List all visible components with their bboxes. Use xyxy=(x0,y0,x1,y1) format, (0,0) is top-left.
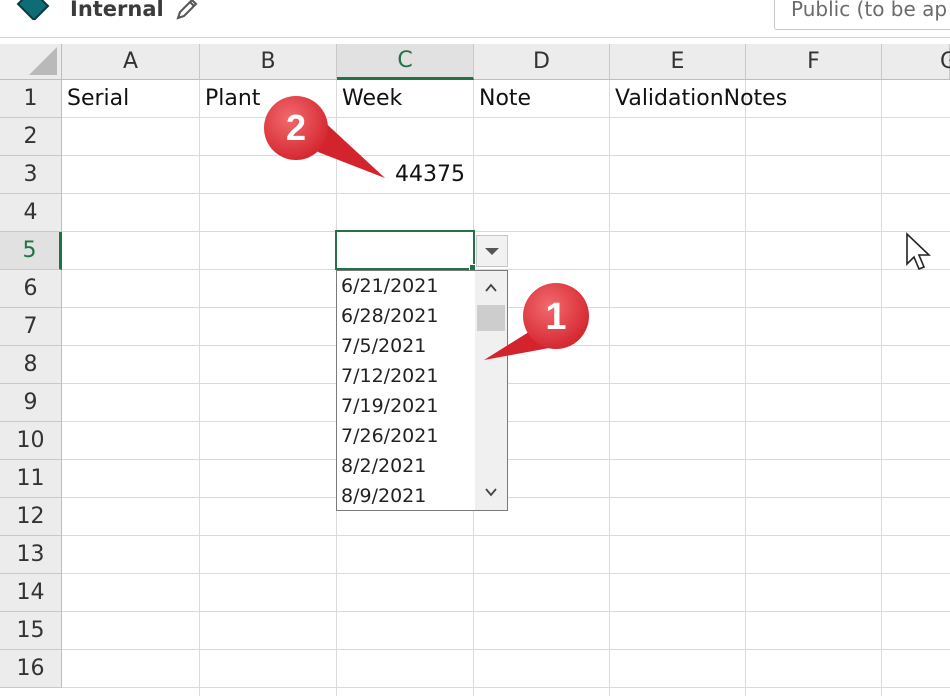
row-header-6[interactable]: 6 xyxy=(0,270,62,308)
grid-line xyxy=(62,117,950,118)
column-header-g[interactable]: G xyxy=(882,44,950,80)
grid-line xyxy=(609,80,610,696)
cell-b1[interactable]: Plant xyxy=(205,86,260,111)
column-header-c[interactable]: C xyxy=(337,44,474,80)
select-all-triangle-icon xyxy=(29,47,57,75)
column-header-d[interactable]: D xyxy=(474,44,610,80)
row-header-3[interactable]: 3 xyxy=(0,156,62,194)
chevron-down-icon[interactable] xyxy=(484,485,498,499)
sensitivity-bar: Internal Public (to be ap xyxy=(0,0,950,38)
row-header-9[interactable]: 9 xyxy=(0,384,62,422)
row-header-8[interactable]: 8 xyxy=(0,346,62,384)
cell-a1[interactable]: Serial xyxy=(67,86,129,111)
list-item[interactable]: 7/19/2021 xyxy=(341,395,438,425)
list-item[interactable]: 6/21/2021 xyxy=(341,275,438,305)
callout-2-label: 2 xyxy=(286,107,306,148)
grid-line xyxy=(62,155,950,156)
grid-line xyxy=(62,649,950,650)
grid-line xyxy=(62,687,950,688)
list-item[interactable]: 6/28/2021 xyxy=(341,305,438,335)
grid-line xyxy=(62,611,950,612)
list-scrollbar[interactable] xyxy=(475,271,507,510)
sensitivity-label[interactable]: Internal xyxy=(70,0,164,21)
chevron-down-icon xyxy=(485,247,499,255)
row-header-16[interactable]: 16 xyxy=(0,650,62,688)
row-header-10[interactable]: 10 xyxy=(0,422,62,460)
column-header-b[interactable]: B xyxy=(200,44,337,80)
row-header-14[interactable]: 14 xyxy=(0,574,62,612)
grid-line xyxy=(62,231,950,232)
cell-d1[interactable]: Note xyxy=(479,86,531,111)
row-header-5[interactable]: 5 xyxy=(0,232,62,270)
mouse-cursor-icon xyxy=(906,232,931,271)
row-header-2[interactable]: 2 xyxy=(0,118,62,156)
row-header-13[interactable]: 13 xyxy=(0,536,62,574)
cell-c1[interactable]: Week xyxy=(342,86,402,111)
cell-c3[interactable]: 44375 xyxy=(395,162,465,187)
list-item[interactable]: 8/2/2021 xyxy=(341,455,426,485)
list-item[interactable]: 7/26/2021 xyxy=(341,425,438,455)
grid-line xyxy=(199,80,200,696)
sensitivity-box-text: Public (to be ap xyxy=(791,0,948,21)
sensitivity-dropdown[interactable]: Public (to be ap xyxy=(774,0,950,30)
row-header-11[interactable]: 11 xyxy=(0,460,62,498)
grid-line xyxy=(62,573,950,574)
list-item[interactable]: 7/12/2021 xyxy=(341,365,438,395)
chevron-up-icon[interactable] xyxy=(484,281,498,295)
grid-line xyxy=(881,80,882,696)
column-header-f[interactable]: F xyxy=(746,44,882,80)
list-item[interactable]: 7/5/2021 xyxy=(341,335,426,365)
active-cell-c5[interactable] xyxy=(335,230,475,270)
cell-e1[interactable]: ValidationNotes xyxy=(615,86,787,111)
column-header-a[interactable]: A xyxy=(62,44,200,80)
list-item[interactable]: 8/9/2021 xyxy=(341,485,426,515)
select-all-corner[interactable] xyxy=(0,44,62,80)
grid-line xyxy=(62,535,950,536)
row-header-12[interactable]: 12 xyxy=(0,498,62,536)
data-validation-dropdown-button[interactable] xyxy=(476,235,508,267)
row-header-15[interactable]: 15 xyxy=(0,612,62,650)
grid-line xyxy=(745,80,746,696)
edit-pencil-icon[interactable] xyxy=(172,0,202,24)
grid-line xyxy=(62,193,950,194)
row-header-7[interactable]: 7 xyxy=(0,308,62,346)
scrollbar-thumb[interactable] xyxy=(477,305,505,331)
row-header-4[interactable]: 4 xyxy=(0,194,62,232)
row-header-1[interactable]: 1 xyxy=(0,80,62,118)
sensitivity-tag-icon[interactable] xyxy=(14,0,50,20)
column-header-e[interactable]: E xyxy=(610,44,746,80)
callout-1-label: 1 xyxy=(545,296,566,338)
data-validation-list[interactable]: 6/21/2021 6/28/2021 7/5/2021 7/12/2021 7… xyxy=(336,270,508,511)
